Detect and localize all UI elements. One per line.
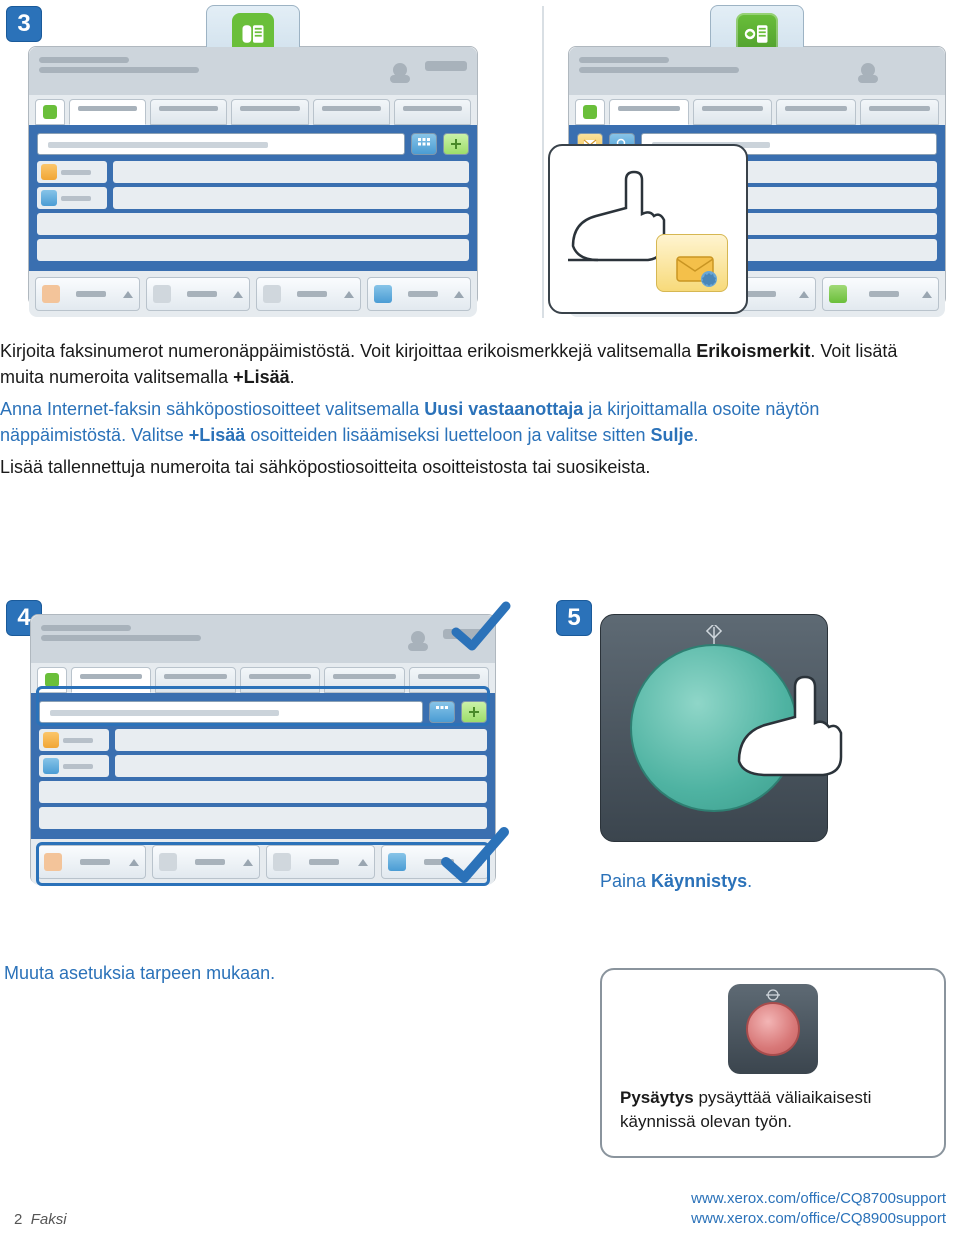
tab[interactable] [609, 99, 689, 125]
hand-callout [548, 144, 748, 314]
confirm-panel [30, 614, 496, 884]
option-card[interactable] [367, 277, 472, 311]
option-card[interactable] [37, 845, 146, 879]
tab-row [31, 663, 495, 693]
add-button[interactable] [443, 133, 469, 155]
tab[interactable] [69, 99, 146, 125]
tab[interactable] [231, 99, 308, 125]
page-footer: 2 Faksi www.xerox.com/office/CQ8700suppo… [0, 1189, 960, 1228]
dialpad-button[interactable] [429, 701, 455, 723]
support-url: www.xerox.com/office/CQ8700support [691, 1189, 946, 1209]
support-links: www.xerox.com/office/CQ8700support www.x… [691, 1189, 946, 1228]
text: . [290, 367, 295, 387]
panel-header [569, 47, 945, 95]
hand-pressing-icon [731, 669, 851, 779]
panel-body [29, 125, 477, 271]
recipient-rows [37, 161, 469, 261]
step5-caption: Paina Käynnistys. [600, 868, 940, 894]
checkmark-icon [440, 824, 510, 899]
panel-header [29, 47, 477, 95]
option-card[interactable] [35, 277, 140, 311]
tab[interactable] [409, 667, 489, 693]
step-badge-5: 5 [556, 600, 592, 636]
panel-bottom-row [31, 839, 495, 885]
stop-card: Pysäytys pysäyttää väliaikaisesti käynni… [600, 968, 946, 1158]
bold-text: Sulje [651, 425, 694, 445]
bold-text: Käynnistys [651, 871, 747, 891]
text: . [694, 425, 699, 445]
bold-text: Uusi vastaanottaja [424, 399, 583, 419]
bold-text: Erikoismerkit [696, 341, 810, 361]
text: Muuta asetuksia tarpeen mukaan. [4, 963, 275, 983]
recipient-envelope-button[interactable] [656, 234, 728, 292]
tab[interactable] [240, 667, 320, 693]
tab[interactable] [150, 99, 227, 125]
page-number-block: 2 Faksi [14, 1211, 67, 1228]
recipient-rows [39, 729, 487, 829]
tab-row [569, 95, 945, 125]
start-device [600, 614, 828, 842]
tab[interactable] [693, 99, 773, 125]
page-number: 2 [14, 1211, 22, 1228]
text: Paina [600, 871, 651, 891]
fax-panel-left [28, 46, 478, 306]
tab[interactable] [324, 667, 404, 693]
instruction-block: Kirjoita faksinumerot numeronäppäimistös… [0, 338, 944, 480]
tab[interactable] [860, 99, 940, 125]
text: Kirjoita faksinumerot numeronäppäimistös… [0, 341, 696, 361]
stop-symbol-icon [765, 988, 781, 1006]
text: osoitteiden lisäämiseksi luetteloon ja v… [245, 425, 650, 445]
tab-row [29, 95, 477, 125]
bold-text: +Lisää [233, 367, 290, 387]
option-card[interactable] [822, 277, 939, 311]
page-title: Faksi [31, 1211, 67, 1228]
tab[interactable] [71, 667, 151, 693]
tab[interactable] [776, 99, 856, 125]
fax-number-input[interactable] [39, 701, 423, 723]
add-button[interactable] [461, 701, 487, 723]
bold-text: Pysäytys [620, 1088, 694, 1107]
option-card[interactable] [146, 277, 251, 311]
fax-number-input[interactable] [37, 133, 405, 155]
support-url: www.xerox.com/office/CQ8900support [691, 1209, 946, 1229]
envelope-gear-icon [675, 253, 719, 289]
step4-caption: Muuta asetuksia tarpeen mukaan. [4, 960, 484, 986]
tab-lead-icon [575, 99, 605, 125]
tab-lead-icon [35, 99, 65, 125]
panel-header [31, 615, 495, 663]
option-card[interactable] [266, 845, 375, 879]
stop-device [728, 984, 818, 1074]
vertical-divider [542, 6, 544, 318]
checkmark-icon [450, 598, 512, 665]
dialpad-button[interactable] [411, 133, 437, 155]
tab-lead-icon [37, 667, 67, 693]
step-badge-3: 3 [6, 6, 42, 42]
option-card[interactable] [152, 845, 261, 879]
stop-button[interactable] [746, 1002, 800, 1056]
tab[interactable] [155, 667, 235, 693]
bold-text: +Lisää [189, 425, 246, 445]
text: Lisää tallennettuja numeroita tai sähköp… [0, 457, 650, 477]
tab[interactable] [313, 99, 390, 125]
panel-body [31, 693, 495, 839]
panel-bottom-row [29, 271, 477, 317]
tab[interactable] [394, 99, 471, 125]
stop-caption: Pysäytys pysäyttää väliaikaisesti käynni… [620, 1086, 926, 1134]
text: . [747, 871, 752, 891]
option-card[interactable] [256, 277, 361, 311]
text: Anna Internet-faksin sähköpostiosoitteet… [0, 399, 424, 419]
